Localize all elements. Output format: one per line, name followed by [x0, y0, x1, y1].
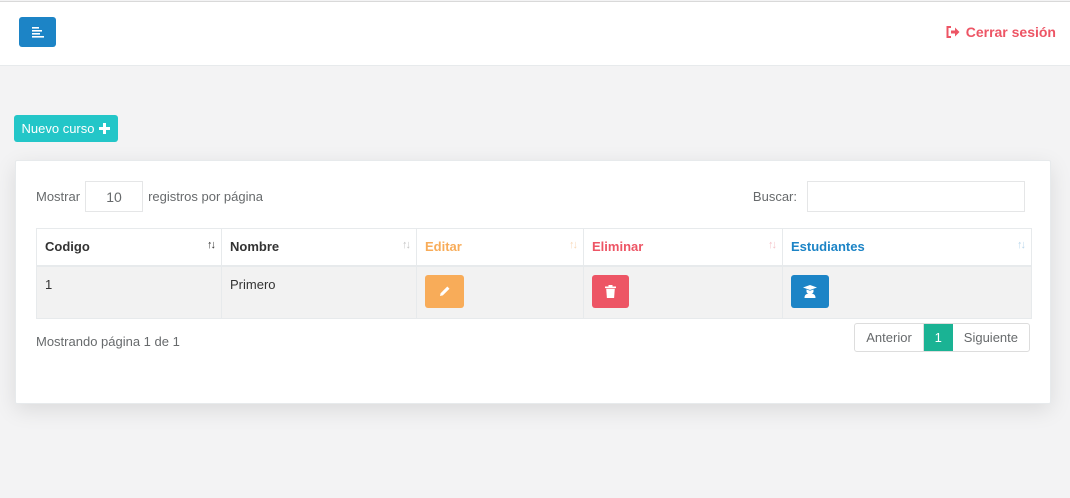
pencil-icon [439, 286, 449, 296]
graduate-icon [803, 284, 817, 298]
trash-icon [605, 284, 616, 298]
column-header-eliminar[interactable]: Eliminar ↑↓ [583, 228, 783, 267]
column-header-estudiantes[interactable]: Estudiantes ↑↓ [782, 228, 1032, 267]
search-label: Buscar: [752, 189, 797, 204]
courses-panel: Mostrar 10 registros por página Buscar: … [15, 160, 1051, 404]
show-label: Mostrar [36, 189, 81, 204]
cell-nombre: Primero [221, 265, 417, 319]
search-control: Buscar: [753, 181, 1025, 212]
table-row: 1 Primero [36, 265, 1032, 319]
page-length-control: Mostrar 10 registros por página [36, 181, 263, 212]
delete-button[interactable] [592, 274, 629, 308]
logout-label: Cerrar sesión [965, 24, 1056, 40]
column-header-codigo[interactable]: Codigo ↑↓ [36, 228, 222, 267]
courses-table: Codigo ↑↓ Nombre ↑↓ Editar ↑↓ Eliminar ↑… [36, 228, 1032, 319]
sort-icon: ↑↓ [1017, 239, 1026, 251]
search-input[interactable] [807, 181, 1025, 212]
column-header-editar[interactable]: Editar ↑↓ [416, 228, 584, 267]
cell-editar [416, 265, 584, 319]
next-page-button[interactable]: Siguiente [953, 324, 1029, 351]
align-left-icon [31, 26, 44, 38]
previous-page-button[interactable]: Anterior [855, 324, 924, 351]
sort-icon: ↑↓ [207, 239, 216, 251]
column-header-nombre[interactable]: Nombre ↑↓ [221, 228, 417, 267]
table-info: Mostrando página 1 de 1 [36, 334, 180, 349]
page-size-select[interactable]: 10 [85, 181, 144, 212]
sidebar-toggle-button[interactable] [19, 17, 56, 47]
cell-estudiantes [782, 265, 1032, 319]
top-navbar: Cerrar sesión [0, 1, 1070, 66]
students-button[interactable] [791, 274, 829, 308]
sort-icon: ↑↓ [402, 239, 411, 251]
edit-button[interactable] [425, 274, 464, 308]
plus-icon [99, 123, 111, 134]
sort-icon: ↑↓ [768, 239, 777, 251]
new-course-button[interactable]: Nuevo curso [14, 115, 118, 142]
sign-out-icon [946, 26, 960, 38]
table-header-row: Codigo ↑↓ Nombre ↑↓ Editar ↑↓ Eliminar ↑… [36, 228, 1032, 267]
new-course-label: Nuevo curso [21, 121, 95, 136]
per-page-label: registros por página [148, 189, 263, 204]
page-1-button[interactable]: 1 [923, 324, 953, 351]
logout-link[interactable]: Cerrar sesión [946, 24, 1056, 40]
pagination: Anterior 1 Siguiente [854, 323, 1030, 352]
cell-eliminar [583, 265, 783, 319]
sort-icon: ↑↓ [569, 239, 578, 251]
cell-codigo: 1 [36, 265, 222, 319]
